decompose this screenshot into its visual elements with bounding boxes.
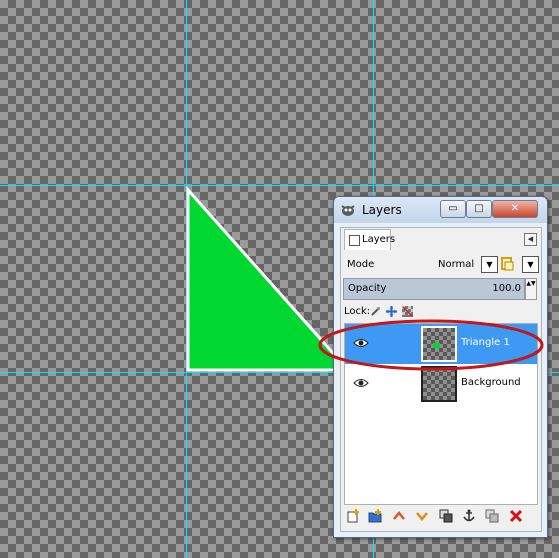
lock-label: Lock: xyxy=(344,306,371,317)
opacity-label: Opacity xyxy=(348,283,387,294)
layer-name[interactable]: Background xyxy=(461,377,521,388)
new-group-icon[interactable] xyxy=(368,509,382,523)
layer-row-background[interactable]: Background xyxy=(345,364,537,404)
mode-select-value[interactable]: Normal xyxy=(438,259,474,270)
mode-dropdown-button[interactable]: ▼ xyxy=(481,256,498,273)
mode-label: Mode xyxy=(347,259,375,270)
duplicate-layer-icon[interactable] xyxy=(439,509,453,523)
eye-icon[interactable] xyxy=(353,377,369,389)
tab-menu-button[interactable]: ◀ xyxy=(524,233,537,246)
opacity-slider[interactable]: Opacity 100.0 xyxy=(343,278,525,300)
lock-position-icon[interactable] xyxy=(386,306,397,317)
thumbnail-triangle-mark xyxy=(433,343,440,348)
opacity-value: 100.0 xyxy=(492,283,521,294)
layers-toolbar xyxy=(341,507,541,527)
tab-layers[interactable]: Layers xyxy=(344,229,395,250)
layers-list[interactable]: Triangle 1 Background xyxy=(344,323,538,505)
panel-dropdown-button[interactable]: ▼ xyxy=(522,256,539,273)
green-triangle-shape[interactable] xyxy=(186,186,352,372)
title-bar[interactable]: Layers ▭ □ ✕ xyxy=(334,197,547,223)
layer-row-triangle-1[interactable]: Triangle 1 xyxy=(345,324,537,364)
layers-tab-icon xyxy=(349,235,360,246)
lower-layer-icon[interactable] xyxy=(415,509,429,523)
lock-alpha-icon[interactable] xyxy=(402,306,413,317)
layer-thumbnail xyxy=(421,366,457,402)
merge-layer-icon[interactable] xyxy=(485,509,499,523)
eye-icon[interactable] xyxy=(353,337,369,349)
layers-window[interactable]: Layers ▭ □ ✕ Layers ◀ Mode Normal ▼ ▼ Op… xyxy=(333,196,548,538)
layers-panel: Layers ◀ Mode Normal ▼ ▼ Opacity 100.0 ▲… xyxy=(340,227,542,532)
anchor-layer-icon[interactable] xyxy=(462,509,476,523)
gimp-icon xyxy=(341,205,355,216)
lock-pixels-icon[interactable] xyxy=(370,306,381,317)
mode-chain-icon[interactable] xyxy=(500,257,514,271)
opacity-spinner[interactable]: ▲▼ xyxy=(525,278,537,300)
layer-thumbnail xyxy=(421,326,457,362)
close-button[interactable]: ✕ xyxy=(492,200,538,218)
delete-layer-icon[interactable] xyxy=(509,509,523,523)
layer-name[interactable]: Triangle 1 xyxy=(461,337,510,348)
raise-layer-icon[interactable] xyxy=(392,509,406,523)
maximize-button[interactable]: □ xyxy=(466,200,492,218)
new-layer-icon[interactable] xyxy=(346,509,360,523)
window-title: Layers xyxy=(362,203,402,217)
minimize-button[interactable]: ▭ xyxy=(440,200,466,218)
tab-layers-label: Layers xyxy=(362,234,396,245)
